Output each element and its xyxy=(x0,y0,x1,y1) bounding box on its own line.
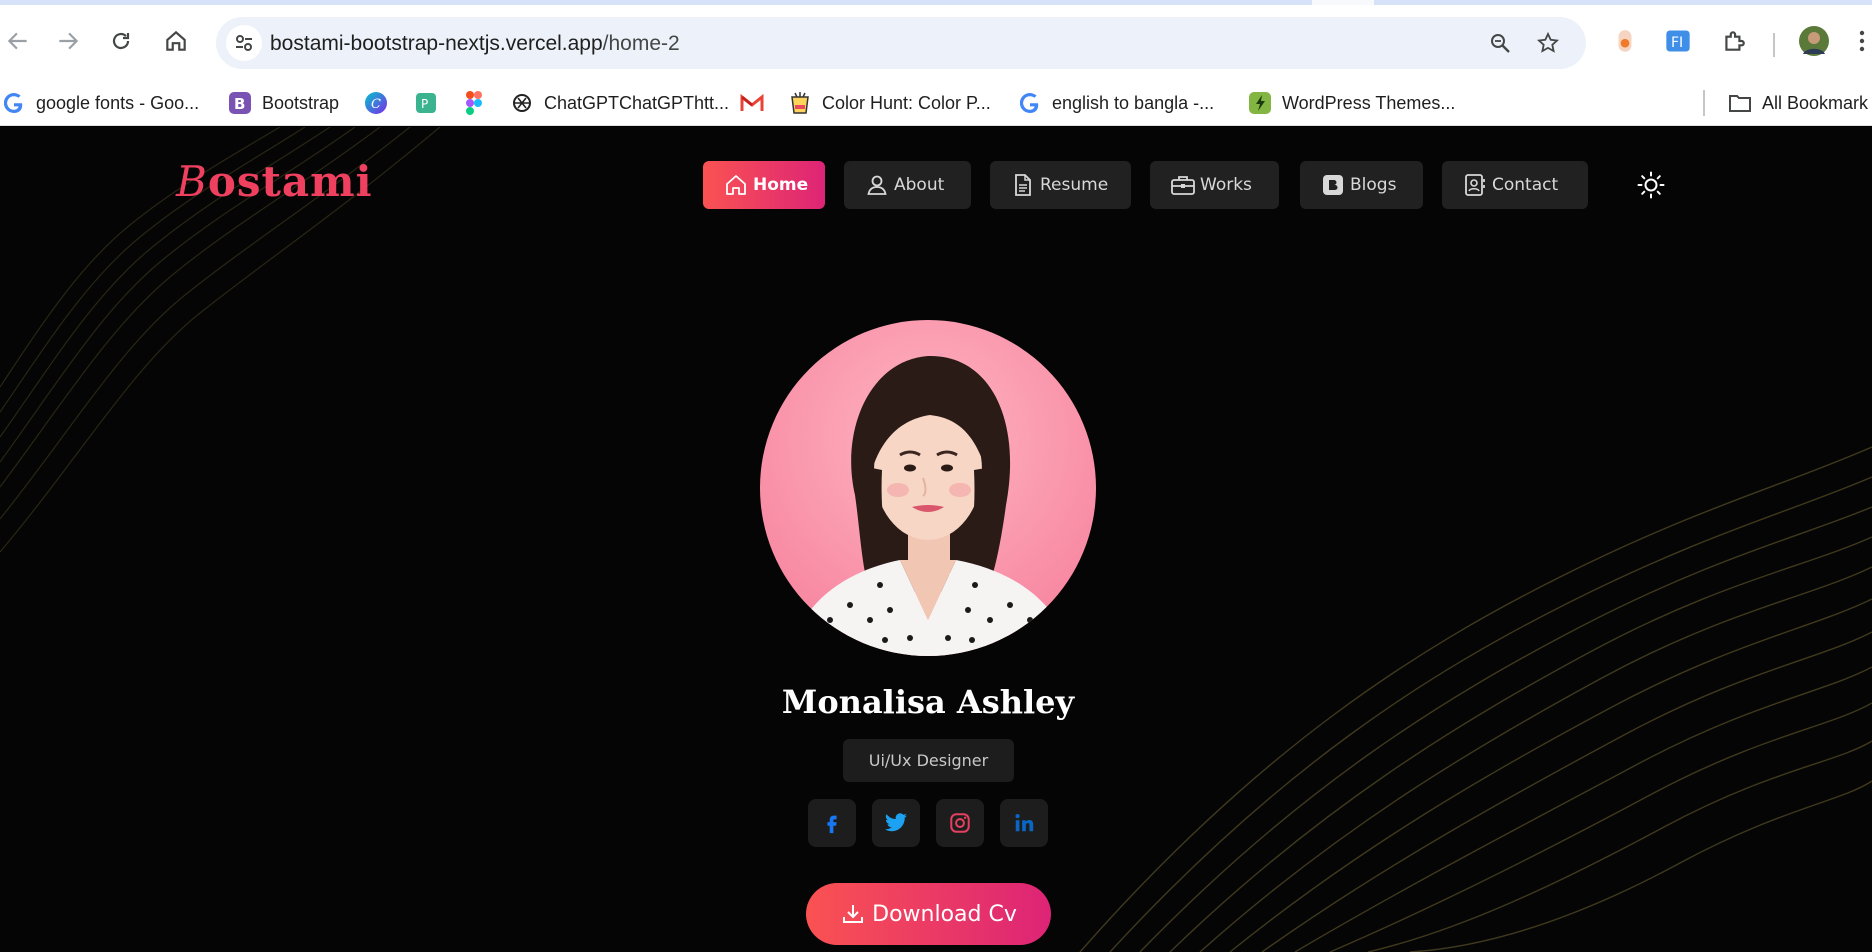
extension-timer-icon[interactable] xyxy=(1609,25,1641,57)
site-logo[interactable]: Bostami xyxy=(176,157,373,206)
linkedin-link[interactable] xyxy=(1000,799,1048,847)
bookmark-star-icon[interactable] xyxy=(1532,27,1564,59)
bookmark-label: WordPress Themes... xyxy=(1282,92,1456,113)
nav-label: Contact xyxy=(1492,175,1559,195)
all-bookmarks-label: All Bookmark xyxy=(1762,92,1869,113)
canva-icon: C xyxy=(364,91,388,115)
bookmark-colorhunt[interactable]: Color Hunt: Color P... xyxy=(788,89,991,117)
svg-text:P: P xyxy=(421,97,428,111)
nav-label: About xyxy=(894,175,945,195)
google-icon xyxy=(1018,91,1042,115)
bookmark-google-fonts[interactable]: google fonts - Goo... xyxy=(2,89,199,117)
reload-button[interactable] xyxy=(103,23,139,59)
document-icon xyxy=(1010,172,1036,198)
gmail-icon xyxy=(740,91,764,115)
zoom-icon[interactable] xyxy=(1484,27,1516,59)
all-bookmarks-button[interactable]: All Bookmark xyxy=(1728,89,1868,117)
bookmark-label: english to bangla -... xyxy=(1052,92,1215,113)
web-page: Bostami Home About Resume Works Blogs Co… xyxy=(0,127,1872,952)
facebook-link[interactable] xyxy=(808,799,856,847)
figma-icon xyxy=(462,91,486,115)
address-bar[interactable]: bostami-bootstrap-nextjs.vercel.app/home… xyxy=(216,17,1586,69)
svg-text:C: C xyxy=(371,97,381,112)
nav-contact[interactable]: Contact xyxy=(1442,161,1588,209)
contact-icon xyxy=(1462,172,1488,198)
back-button[interactable] xyxy=(0,23,36,59)
url-host: bostami-bootstrap-nextjs.vercel.app xyxy=(270,32,603,55)
bookmark-chatgpt[interactable]: ChatGPTChatGPThtt... xyxy=(510,89,729,117)
envato-icon xyxy=(1248,91,1272,115)
logo-initial: B xyxy=(176,157,208,206)
instagram-link[interactable] xyxy=(936,799,984,847)
bookmark-bootstrap[interactable]: B Bootstrap xyxy=(228,89,339,117)
home-button[interactable] xyxy=(158,23,194,59)
svg-text:FI: FI xyxy=(1671,35,1683,51)
bookmarks-bar: google fonts - Goo... B Bootstrap C P Ch… xyxy=(0,80,1872,126)
twitter-icon xyxy=(885,813,907,832)
theme-toggle-button[interactable] xyxy=(1636,170,1666,200)
extension-fonts-icon[interactable]: FI xyxy=(1662,25,1694,57)
bookmark-label: Bootstrap xyxy=(262,92,340,113)
svg-text:B: B xyxy=(234,95,245,113)
toolbar-divider xyxy=(1773,33,1775,57)
instagram-icon xyxy=(950,813,970,833)
logo-rest: ostami xyxy=(207,157,373,206)
blog-icon xyxy=(1320,172,1346,198)
nav-label: Works xyxy=(1200,175,1252,195)
extensions-puzzle-icon[interactable] xyxy=(1718,25,1750,57)
profile-role-badge: Ui/Ux Designer xyxy=(843,739,1014,782)
chatgpt-icon xyxy=(510,91,534,115)
bookmark-app[interactable]: P xyxy=(414,89,448,117)
download-cv-button[interactable]: Download Cv xyxy=(806,883,1051,945)
user-icon xyxy=(864,172,890,198)
google-icon xyxy=(2,91,26,115)
nav-home[interactable]: Home xyxy=(703,161,825,209)
bookmark-figma[interactable] xyxy=(462,89,496,117)
download-cv-label: Download Cv xyxy=(872,901,1017,927)
nav-label: Home xyxy=(753,175,809,195)
bookmark-label: google fonts - Goo... xyxy=(36,92,200,113)
site-info-icon[interactable] xyxy=(226,25,262,61)
nav-works[interactable]: Works xyxy=(1150,161,1279,209)
folder-icon xyxy=(1728,91,1752,115)
browser-menu-icon[interactable] xyxy=(1852,25,1872,57)
forward-button[interactable] xyxy=(50,23,86,59)
bookmarks-divider xyxy=(1703,90,1705,116)
facebook-icon xyxy=(827,815,837,834)
bookmark-label: ChatGPTChatGPThtt... xyxy=(544,92,730,113)
browser-toolbar: bostami-bootstrap-nextjs.vercel.app/home… xyxy=(0,5,1872,80)
nav-label: Resume xyxy=(1040,175,1109,195)
briefcase-icon xyxy=(1170,172,1196,198)
profile-photo xyxy=(760,320,1096,656)
nav-resume[interactable]: Resume xyxy=(990,161,1131,209)
sun-icon xyxy=(1637,171,1665,199)
bookmark-gmail[interactable] xyxy=(740,89,774,117)
profile-name: Monalisa Ashley xyxy=(781,683,1075,721)
colorhunt-icon xyxy=(788,91,812,115)
bootstrap-icon: B xyxy=(228,91,252,115)
bookmark-wordpress-themes[interactable]: WordPress Themes... xyxy=(1248,89,1455,117)
nav-label: Blogs xyxy=(1350,175,1397,195)
nav-blogs[interactable]: Blogs xyxy=(1300,161,1423,209)
nav-about[interactable]: About xyxy=(844,161,971,209)
bookmark-english-to-bangla[interactable]: english to bangla -... xyxy=(1018,89,1214,117)
bookmark-app-icon: P xyxy=(414,91,438,115)
url-text: bostami-bootstrap-nextjs.vercel.app/home… xyxy=(270,32,680,56)
home-icon xyxy=(723,172,749,198)
bookmark-label: Color Hunt: Color P... xyxy=(822,92,991,113)
url-path: /home-2 xyxy=(602,32,680,55)
linkedin-icon xyxy=(1015,814,1034,832)
twitter-link[interactable] xyxy=(872,799,920,847)
download-icon xyxy=(840,901,866,927)
bookmark-canva[interactable]: C xyxy=(364,89,398,117)
profile-avatar-icon[interactable] xyxy=(1798,25,1830,57)
